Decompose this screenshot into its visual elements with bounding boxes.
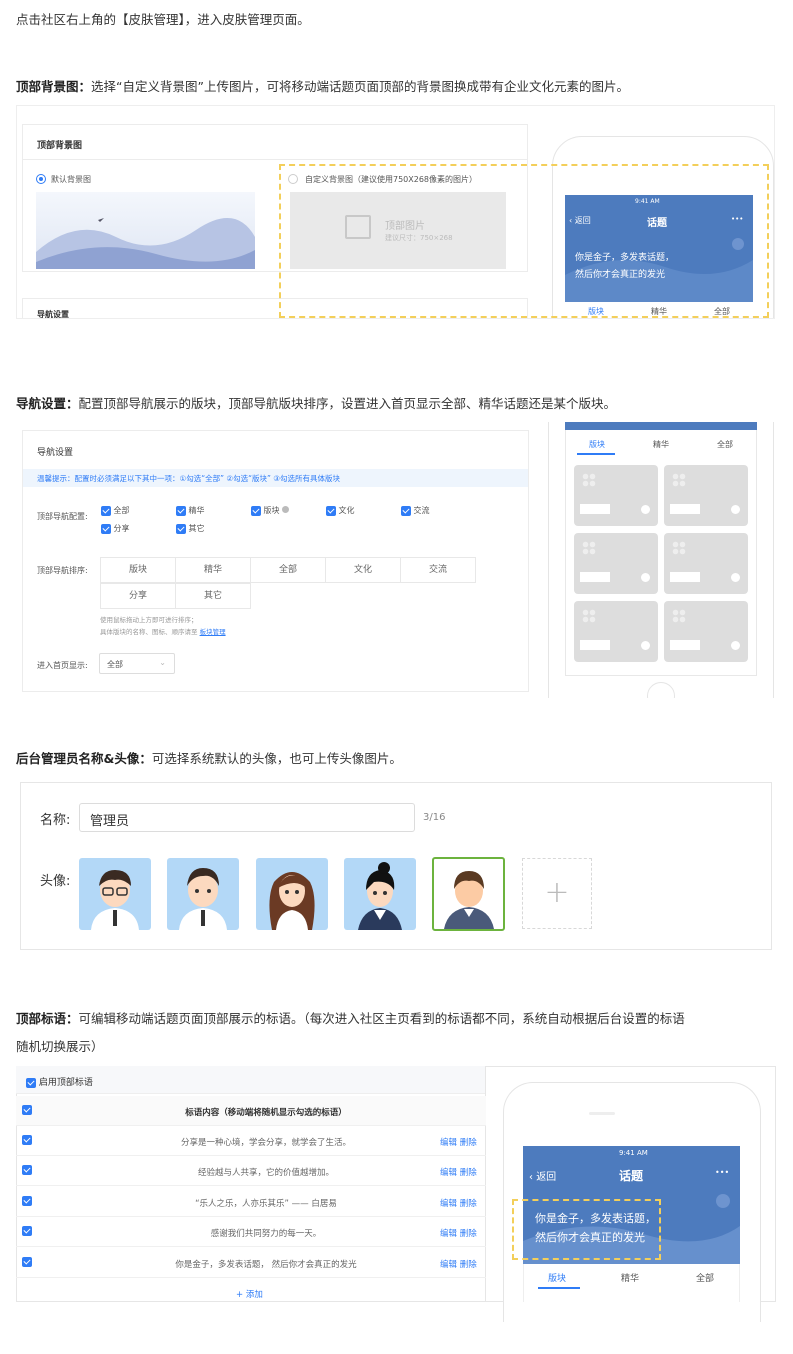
order-item[interactable]: 全部	[250, 557, 326, 583]
slogan-row[interactable]: 感谢我们共同努力的每一天。 编辑 删除	[16, 1217, 486, 1247]
avatar-option-2[interactable]	[167, 858, 239, 930]
section-bg-heading: 顶部背景图：选择“自定义背景图”上传图片，可将移动端话题页面顶部的背景图换成带有…	[16, 79, 629, 94]
opt-fenxiang[interactable]: 分享	[101, 523, 130, 534]
bg-screenshot: 顶部背景图 默认背景图 自定义背景图（建议使用750X268像素的图片） 顶部图…	[16, 105, 775, 319]
add-avatar-button[interactable]: +	[522, 858, 592, 929]
tab-jinghua[interactable]: 精华	[653, 439, 669, 450]
opt-jinghua[interactable]: 精华	[176, 505, 205, 516]
edit-link: 编辑	[440, 1229, 458, 1239]
avatar-option-4[interactable]	[344, 858, 416, 930]
block-tile[interactable]	[664, 533, 748, 594]
nav-panel-title: 导航设置	[37, 448, 74, 458]
info-icon	[282, 506, 290, 513]
tip-text: 温馨提示：配置时必须满足以下其中一项：①勾选“全部” ②勾选“版块” ③勾选所有…	[37, 474, 340, 483]
name-label: 名称:	[40, 813, 71, 828]
order-item[interactable]: 精华	[175, 557, 251, 583]
opt-all[interactable]: 全部	[101, 505, 130, 516]
highlight-frame	[279, 164, 769, 318]
edit-link: 编辑	[440, 1260, 458, 1270]
avatar-option-1[interactable]	[79, 858, 151, 930]
default-bg-image[interactable]	[36, 192, 255, 269]
slogan-row[interactable]: “乐人之乐，人亦乐其乐” —— 白居易 编辑 删除	[16, 1187, 486, 1217]
opt-bankuai[interactable]: 版块	[251, 505, 290, 516]
enable-slogan-checkbox[interactable]: 启用顶部标语	[26, 1075, 93, 1088]
tab-quanbu[interactable]: 全部	[696, 1271, 714, 1284]
opt-jiaoliu[interactable]: 交流	[401, 505, 430, 516]
section-slogan-heading: 顶部标语：可编辑移动端话题页面顶部展示的标语。（每次进入社区主页看到的标语都不同…	[16, 1011, 685, 1026]
order-item[interactable]: 交流	[400, 557, 476, 583]
slogan-header-row: 标语内容（移动端将随机显示勾选的标语）	[16, 1096, 486, 1126]
slogan-highlight	[512, 1199, 661, 1260]
chevron-down-icon: ⌄	[159, 658, 166, 667]
delete-link: 删除	[459, 1260, 477, 1270]
slogan-row[interactable]: 你是金子，多发表话题， 然后你才会真正的发光 编辑 删除	[16, 1248, 486, 1278]
home-select[interactable]: 全部 ⌄	[99, 653, 175, 674]
next-panel-title: 导航设置	[37, 310, 69, 319]
add-slogan-button[interactable]: + 添加	[236, 1288, 263, 1300]
delete-link: 删除	[459, 1138, 477, 1148]
block-tile[interactable]	[574, 465, 658, 526]
section-nav-heading: 导航设置：配置顶部导航展示的版块，顶部导航版块排序，设置进入首页显示全部、精华话…	[16, 396, 617, 411]
block-tile[interactable]	[664, 465, 748, 526]
block-tile[interactable]	[574, 601, 658, 662]
home-button	[647, 682, 675, 698]
avatar-option-3[interactable]	[256, 858, 328, 930]
tab-jinghua[interactable]: 精华	[621, 1271, 639, 1284]
more-icon[interactable]: •••	[715, 1168, 729, 1177]
nav-phone-mock: 版块 精华 全部	[548, 422, 774, 698]
tab-bankuai[interactable]: 版块	[589, 439, 605, 450]
slogan-row[interactable]: 分享是一种心境，学会分享，就学会了生活。 编辑 删除	[16, 1126, 486, 1156]
order-item[interactable]: 文化	[325, 557, 401, 583]
back-link[interactable]: ‹ 返回	[529, 1168, 556, 1183]
panel-title: 顶部背景图	[37, 141, 83, 151]
edit-link: 编辑	[440, 1199, 458, 1209]
block-tile[interactable]	[574, 533, 658, 594]
order-item[interactable]: 其它	[175, 583, 251, 609]
default-label: 默认背景图	[51, 175, 91, 184]
avatar-option-5-selected[interactable]	[432, 857, 505, 931]
edit-link: 编辑	[440, 1138, 458, 1148]
delete-link: 删除	[459, 1229, 477, 1239]
section-slogan-desc2: 随机切换展示）	[16, 1039, 104, 1054]
opt-qita[interactable]: 其它	[176, 523, 205, 534]
delete-link: 删除	[459, 1168, 477, 1178]
opt-wenhua[interactable]: 文化	[326, 505, 355, 516]
edit-link: 编辑	[440, 1168, 458, 1178]
order-item[interactable]: 版块	[100, 557, 176, 583]
search-icon[interactable]	[716, 1194, 730, 1208]
avatar-label: 头像:	[40, 874, 71, 889]
tab-bankuai[interactable]: 版块	[548, 1271, 566, 1284]
tab-quanbu[interactable]: 全部	[717, 439, 733, 450]
radio-default[interactable]	[36, 174, 46, 184]
name-input[interactable]: 管理员	[79, 803, 415, 832]
block-manage-link[interactable]: 板块管理	[200, 628, 226, 636]
nav-settings-panel: 导航设置 温馨提示：配置时必须满足以下其中一项：①勾选“全部” ②勾选“版块” …	[22, 430, 529, 692]
delete-link: 删除	[459, 1199, 477, 1209]
slogan-row[interactable]: 经验越与人共享，它的价值越增加。 编辑 删除	[16, 1156, 486, 1186]
order-item[interactable]: 分享	[100, 583, 176, 609]
name-count: 3/16	[423, 812, 446, 823]
section-admin-heading: 后台管理员名称&头像：可选择系统默认的头像，也可上传头像图片。	[16, 751, 402, 766]
intro-text: 点击社区右上角的【皮肤管理】，进入皮肤管理页面。	[16, 12, 310, 27]
block-tile[interactable]	[664, 601, 748, 662]
